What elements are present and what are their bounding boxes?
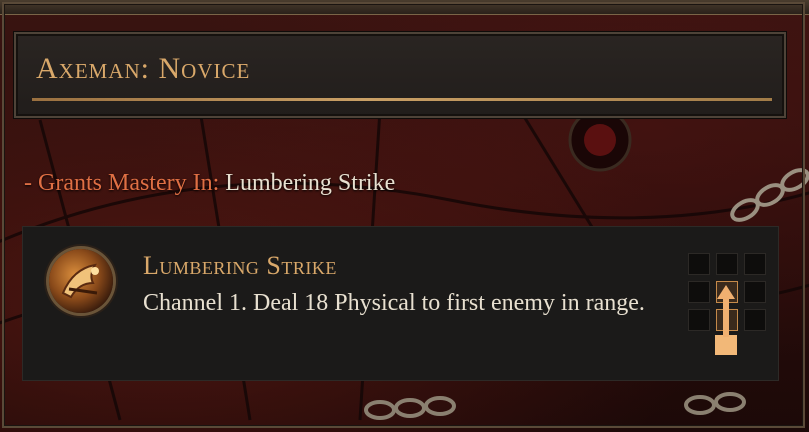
pattern-cell	[688, 309, 710, 331]
direction-up-arrow-icon	[715, 285, 737, 355]
header-title: Axeman: Novice	[36, 52, 251, 85]
grant-prefix: - Grants Mastery In:	[24, 170, 220, 196]
grant-line: - Grants Mastery In: Lumbering Strike	[24, 170, 395, 197]
skill-name: Lumbering Strike	[143, 251, 337, 280]
pattern-cell	[744, 253, 766, 275]
pattern-cell	[744, 309, 766, 331]
header-divider	[32, 98, 772, 101]
skill-description: Channel 1. Deal 18 Physical to first ene…	[143, 290, 645, 316]
skill-card: Lumbering Strike Channel 1. Deal 18 Phys…	[22, 226, 779, 381]
pattern-cell	[688, 253, 710, 275]
pattern-cell	[716, 253, 738, 275]
grant-skill-name: Lumbering Strike	[225, 170, 396, 196]
tooltip-header: Axeman: Novice	[14, 32, 786, 118]
axe-strike-icon	[49, 249, 113, 313]
pattern-cell	[744, 281, 766, 303]
pattern-cell	[688, 281, 710, 303]
